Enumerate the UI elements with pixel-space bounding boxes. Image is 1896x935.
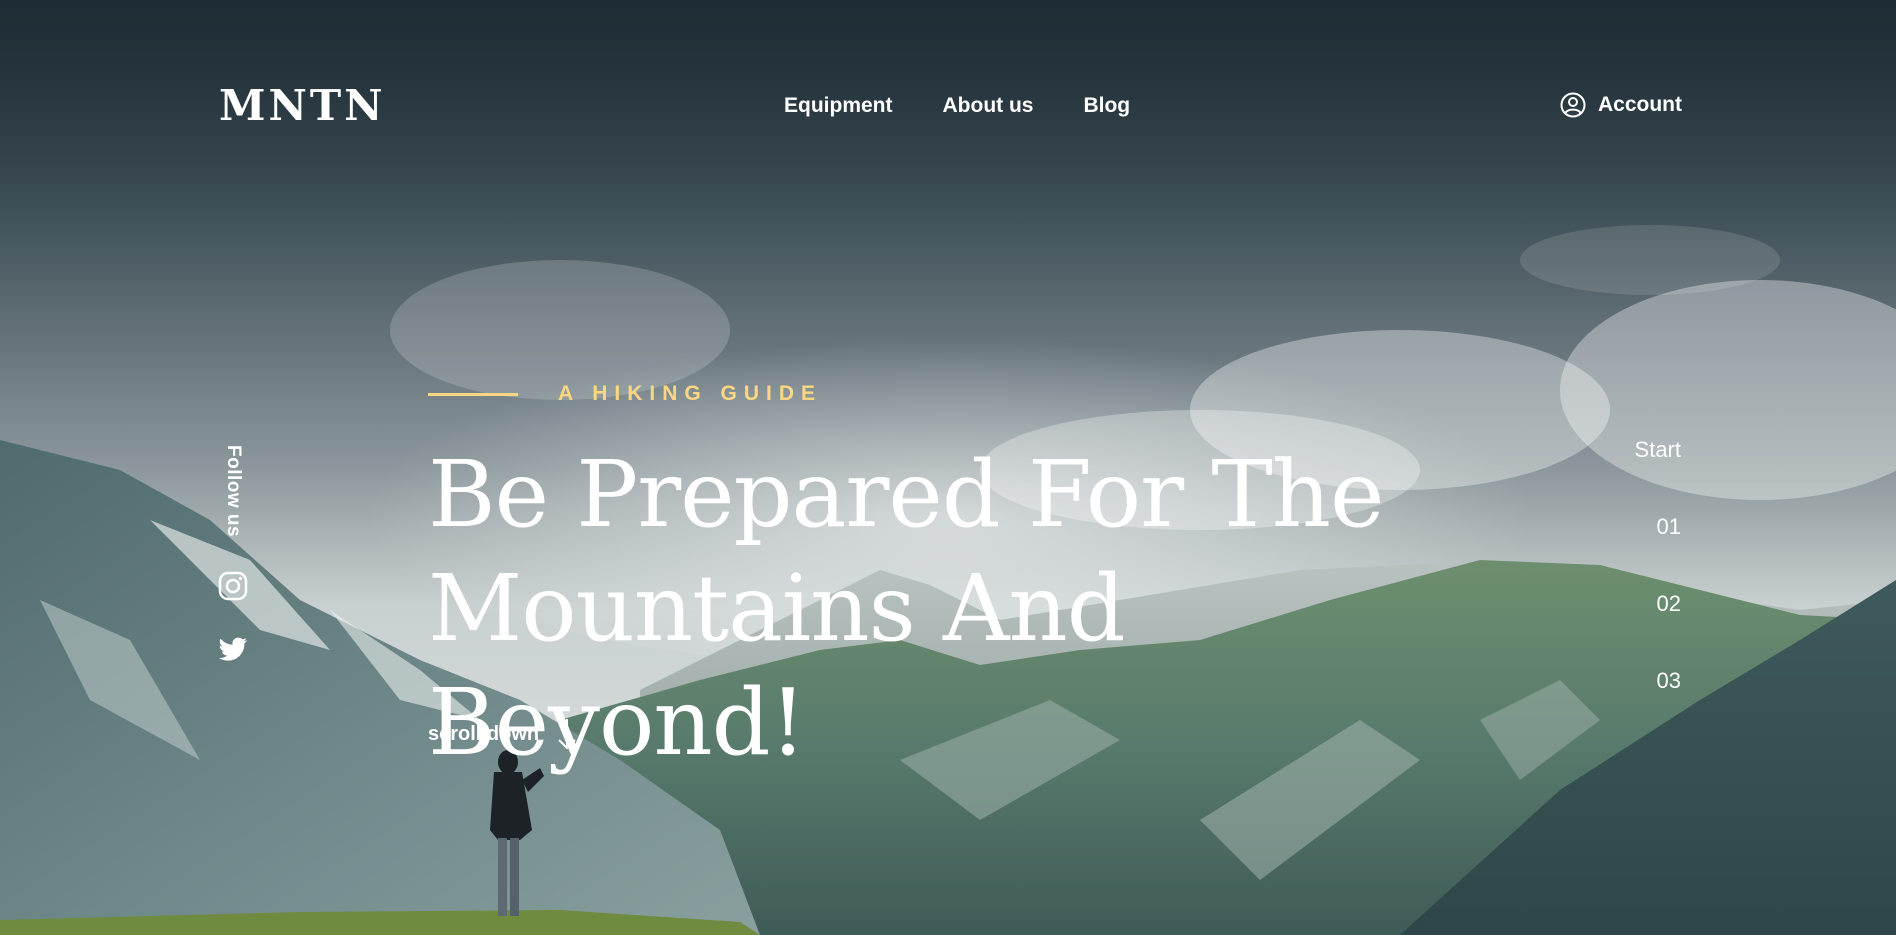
section-pager: Start 01 02 03 xyxy=(1635,435,1681,743)
nav-link-about-us[interactable]: About us xyxy=(943,92,1034,120)
site-logo[interactable]: MNTN xyxy=(219,82,386,130)
eyebrow-line xyxy=(428,392,518,396)
pager-item-01[interactable]: 01 xyxy=(1635,512,1681,542)
pager-item-start[interactable]: Start xyxy=(1635,435,1681,465)
hero-headline: Be Prepared For The Mountains And Beyond… xyxy=(428,438,1528,780)
pager-item-02[interactable]: 02 xyxy=(1635,589,1681,619)
headline-line-1: Be Prepared For The xyxy=(428,441,1384,548)
user-circle-icon xyxy=(1560,92,1586,118)
instagram-icon[interactable] xyxy=(218,571,248,601)
pager-item-03[interactable]: 03 xyxy=(1635,666,1681,696)
arrow-down-icon xyxy=(558,719,576,750)
scroll-down-link[interactable]: scroll down xyxy=(428,718,577,750)
nav-link-equipment[interactable]: Equipment xyxy=(784,92,893,120)
eyebrow-text: A HIKING GUIDE xyxy=(558,382,823,405)
follow-us-label: Follow us xyxy=(223,445,244,538)
hero-content: A HIKING GUIDE Be Prepared For The Mount… xyxy=(428,376,1528,780)
site-header: MNTN Equipment About us Blog Account xyxy=(0,0,1896,200)
eyebrow: A HIKING GUIDE xyxy=(428,376,1528,412)
hero-section: MNTN Equipment About us Blog Account Fol… xyxy=(0,0,1896,935)
nav-link-blog[interactable]: Blog xyxy=(1083,92,1130,120)
scroll-down-label: scroll down xyxy=(428,723,540,745)
main-nav: Equipment About us Blog xyxy=(784,92,1130,120)
account-label: Account xyxy=(1598,93,1682,116)
account-link[interactable]: Account xyxy=(1560,91,1682,119)
twitter-icon[interactable] xyxy=(218,637,248,663)
